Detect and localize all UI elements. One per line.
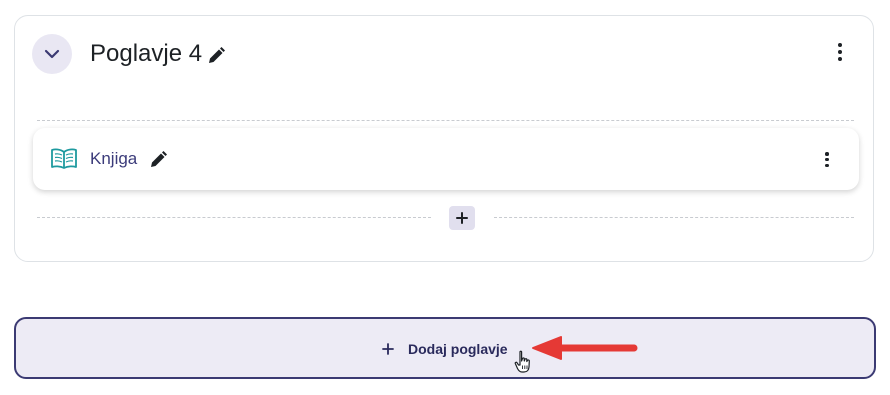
divider-bottom-right — [494, 217, 854, 218]
activity-item: Knjiga — [33, 128, 859, 190]
divider-bottom-left — [37, 217, 431, 218]
activity-menu-icon[interactable] — [822, 152, 832, 167]
activity-name-link[interactable]: Knjiga — [90, 149, 137, 169]
section-title: Poglavje 4 — [90, 40, 203, 67]
collapse-section-button[interactable] — [32, 34, 72, 74]
edit-activity-name-icon[interactable] — [148, 150, 168, 175]
edit-section-title-icon[interactable] — [206, 46, 226, 71]
add-section-label: Dodaj poglavje — [408, 341, 508, 357]
plus-icon — [456, 212, 468, 224]
add-section-button[interactable]: Dodaj poglavje — [14, 317, 876, 379]
section-card: Poglavje 4 Knjiga — [14, 15, 874, 262]
hand-cursor-icon — [514, 350, 530, 373]
book-icon — [50, 147, 78, 176]
plus-icon — [382, 343, 394, 355]
section-menu-icon[interactable] — [835, 43, 845, 61]
add-activity-button[interactable] — [449, 206, 475, 230]
divider-top — [37, 120, 854, 121]
chevron-down-icon — [44, 49, 60, 59]
annotation-arrow-icon — [532, 336, 638, 360]
